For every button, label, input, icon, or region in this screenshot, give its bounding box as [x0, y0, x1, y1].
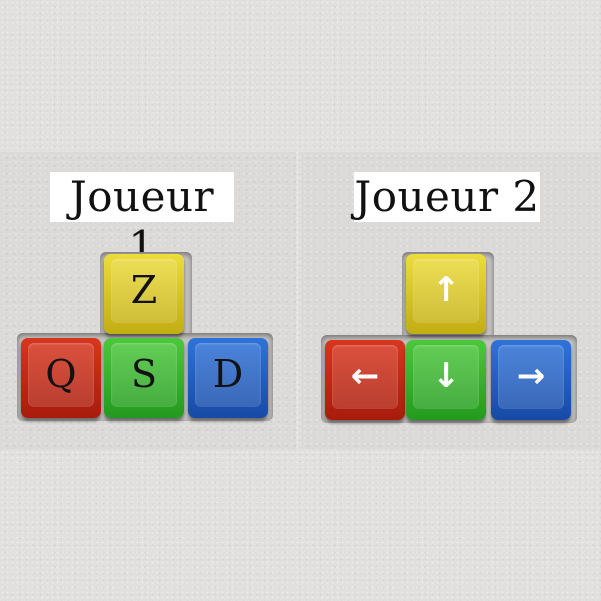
key-z[interactable]: Z [104, 254, 184, 334]
key-q[interactable]: Q [21, 338, 101, 418]
key-s-label: S [130, 352, 158, 396]
player-2-panel: Joueur 2 ↑ ← ↓ → [301, 152, 601, 450]
key-d-label: D [212, 352, 244, 396]
key-arrow-down[interactable]: ↓ [406, 340, 486, 420]
key-arrow-left[interactable]: ← [325, 340, 405, 420]
key-q-label: Q [45, 352, 77, 396]
key-d[interactable]: D [188, 338, 268, 418]
player-1-panel: Joueur 1 Z Q S D [0, 152, 296, 450]
arrow-down-icon: ↓ [431, 356, 461, 396]
arrow-right-icon: → [516, 356, 546, 396]
player-1-title: Joueur 1 [50, 172, 234, 271]
key-z-label: Z [130, 268, 158, 312]
arrow-up-icon: ↑ [431, 270, 461, 310]
player-2-title: Joueur 2 [354, 172, 540, 222]
key-arrow-up[interactable]: ↑ [406, 254, 486, 334]
key-s[interactable]: S [104, 338, 184, 418]
key-arrow-right[interactable]: → [491, 340, 571, 420]
arrow-left-icon: ← [350, 356, 380, 396]
